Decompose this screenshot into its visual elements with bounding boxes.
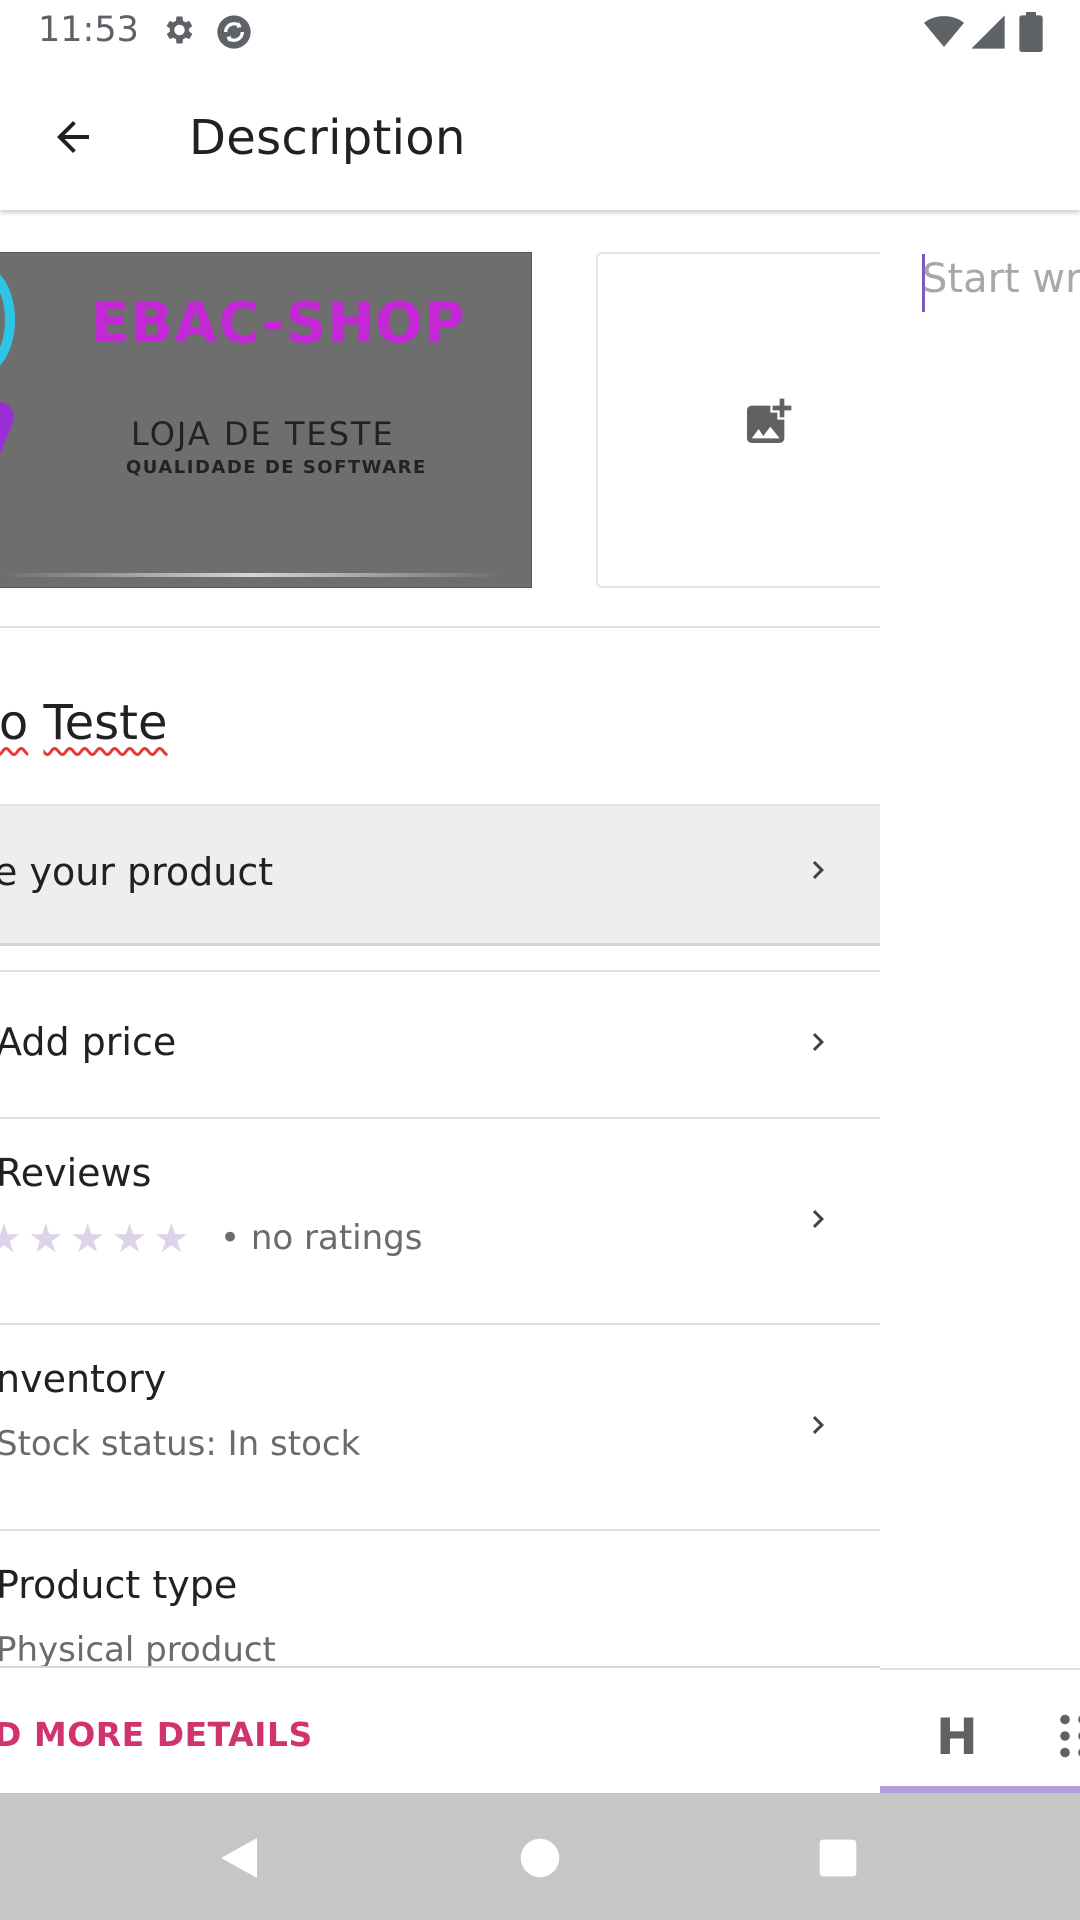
product-image[interactable]: EBAC-SHOP LOJA DE TESTE QUALIDADE DE SOF… [0,252,532,588]
star-icon: ★ [27,1216,64,1262]
battery-icon [1019,12,1043,52]
signal-icon [971,15,1005,49]
nav-recents-button[interactable] [811,1831,865,1885]
product-name-prefix: to [0,695,29,751]
nav-back-icon [221,1838,257,1878]
divider [0,1666,880,1668]
describe-product-label: e your product [0,850,274,894]
star-icon: ★ [111,1216,148,1262]
status-bar: 11:53 [0,0,1080,64]
editor-placeholder[interactable]: Start wri [922,256,1080,302]
app-bar: Description [0,64,1080,210]
add-price-label: Add price [0,1020,177,1064]
status-time: 11:53 [38,10,139,50]
logo-shine [1,573,501,577]
nav-home-icon [520,1838,560,1878]
inventory-row[interactable]: nventory Stock status: In stock [0,1325,880,1529]
format-toolbar: H [880,1668,1080,1793]
chevron-right-icon [800,1201,836,1237]
product-name[interactable]: to Teste [0,695,168,751]
nav-recents-icon [819,1839,857,1877]
inventory-label: nventory [0,1357,167,1401]
back-button[interactable] [40,104,106,170]
system-nav-bar [0,1793,1080,1920]
add-photo-icon [747,398,792,443]
product-type-value: Physical product [0,1630,276,1666]
add-more-details-button[interactable]: D MORE DETAILS [0,1715,313,1754]
star-icon: ★ [153,1216,190,1262]
logo-swoosh-graphic [0,397,19,511]
list-format-icon[interactable] [1056,1712,1080,1760]
sync-app-icon [217,15,251,49]
product-type-label: Product type [0,1563,238,1607]
describe-product-row[interactable]: e your product [0,804,880,946]
product-detail-panel: EBAC-SHOP LOJA DE TESTE QUALIDADE DE SOF… [0,210,880,1793]
add-image-button[interactable] [596,252,880,588]
chevron-right-icon [800,1407,836,1443]
arrow-back-icon [57,121,89,153]
logo-tagline: QUALIDADE DE SOFTWARE [126,457,427,478]
star-icon: ★ [0,1216,22,1262]
star-icon: ★ [69,1216,106,1262]
wifi-icon [924,16,964,47]
rating-stars: ★ ★ ★ ★ ★ [0,1219,189,1259]
settings-icon [166,16,193,44]
chevron-right-icon [800,852,836,888]
logo-title: EBAC-SHOP [91,291,466,356]
nav-back-button[interactable] [212,1831,266,1885]
description-editor[interactable]: Start wri H [880,210,1080,1793]
nav-home-button[interactable] [513,1831,567,1885]
logo-ring-graphic [0,265,15,375]
add-price-row[interactable]: Add price [0,972,880,1118]
heading-button[interactable]: H [936,1708,978,1766]
reviews-row[interactable]: Reviews ★ ★ ★ ★ ★ • no ratings [0,1119,880,1323]
logo-subtitle: LOJA DE TESTE [131,415,395,453]
stock-status-text: Stock status: In stock [0,1424,361,1464]
rating-text: • no ratings [220,1218,423,1258]
chevron-right-icon [800,1024,836,1060]
product-name-word: Teste [43,695,168,751]
active-format-indicator [880,1786,1080,1793]
product-type-row[interactable]: Product type Physical product [0,1531,880,1666]
reviews-label: Reviews [0,1151,152,1195]
page-title: Description [189,110,466,166]
divider [0,626,880,628]
